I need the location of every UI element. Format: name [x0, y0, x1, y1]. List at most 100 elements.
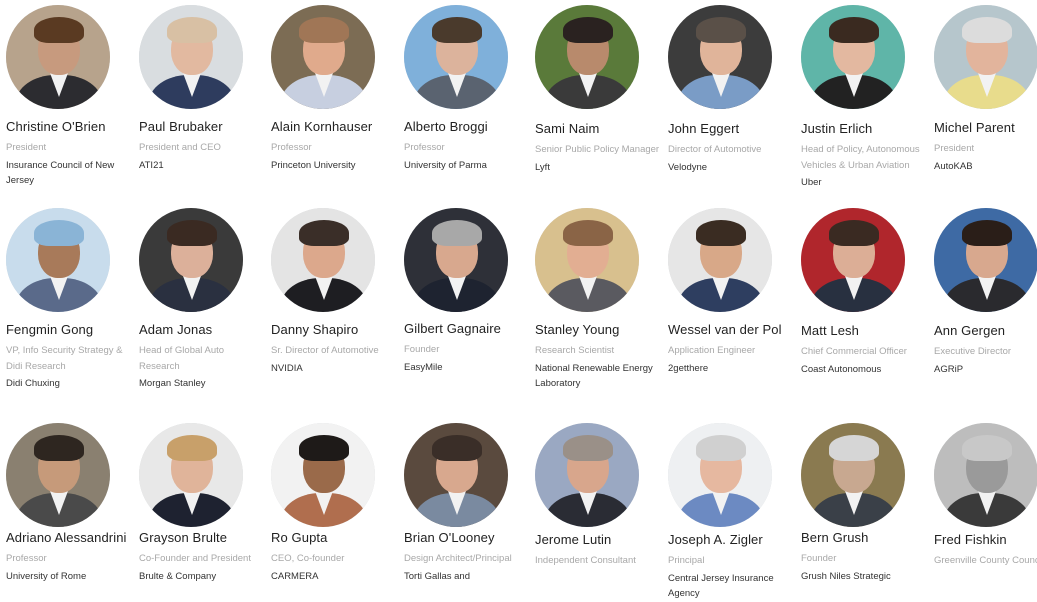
- speaker-organization: NVIDIA: [271, 362, 303, 374]
- speaker-title: Executive Director: [934, 346, 1012, 357]
- speaker-card[interactable]: Bern Grush Founder Grush Niles Strategic: [801, 423, 929, 584]
- speaker-card[interactable]: Jerome Lutin Independent Consultant: [535, 423, 663, 571]
- speaker-title: Independent Consultant: [535, 555, 636, 566]
- speaker-card[interactable]: Brian O'Looney Design Architect/Principal…: [404, 423, 532, 584]
- speaker-organization: Brulte & Company: [139, 570, 217, 582]
- speaker-title: Professor: [404, 142, 445, 153]
- speaker-card[interactable]: Michel Parent President AutoKAB: [934, 5, 1037, 174]
- speaker-organization: Lyft: [535, 161, 550, 173]
- speaker-photo[interactable]: [139, 5, 243, 109]
- speaker-card[interactable]: Ro Gupta CEO, Co-founder CARMERA: [271, 423, 399, 584]
- speaker-photo[interactable]: [271, 423, 375, 527]
- speaker-photo[interactable]: [535, 208, 639, 312]
- speaker-card[interactable]: Grayson Brulte Co-Founder and President Br…: [139, 423, 267, 584]
- speaker-title: Principal: [668, 555, 705, 566]
- speaker-organization: Torti Gallas and: [404, 570, 471, 582]
- speaker-title: President: [934, 143, 975, 154]
- speaker-organization: Velodyne: [668, 161, 708, 173]
- speaker-card[interactable]: Christine O'Brien President Insurance Coun…: [6, 5, 134, 189]
- speaker-name: Bern Grush: [801, 530, 869, 545]
- speaker-name: Justin Erlich: [801, 121, 873, 136]
- speaker-photo[interactable]: [404, 208, 508, 312]
- speaker-name: Stanley Young: [535, 322, 620, 337]
- speaker-photo[interactable]: [535, 5, 639, 109]
- speaker-card[interactable]: Adriano Alessandrini Professor University …: [6, 423, 134, 584]
- speaker-photo[interactable]: [934, 5, 1037, 109]
- speaker-photo[interactable]: [801, 208, 905, 312]
- speaker-organization: Uber: [801, 177, 822, 188]
- speaker-photo[interactable]: [6, 423, 110, 527]
- speaker-name: Alberto Broggi: [404, 119, 488, 134]
- speaker-name: Sami Naim: [535, 121, 600, 136]
- speaker-title: Director of Automotive: [668, 144, 762, 155]
- speaker-card[interactable]: Adam Jonas Head of Global Auto Research Mo…: [139, 208, 267, 392]
- speaker-photo[interactable]: [934, 423, 1037, 527]
- speaker-card[interactable]: Stanley Young Research Scientist National …: [535, 208, 663, 392]
- speaker-name: Matt Lesh: [801, 323, 859, 338]
- speaker-organization: Didi Chuxing: [6, 378, 60, 389]
- speaker-name: Danny Shapiro: [271, 322, 359, 337]
- speaker-name: Fred Fishkin: [934, 532, 1007, 547]
- speaker-photo[interactable]: [801, 423, 905, 527]
- speaker-photo[interactable]: [535, 423, 639, 527]
- speaker-name: Jerome Lutin: [535, 532, 612, 547]
- speaker-photo[interactable]: [6, 5, 110, 109]
- speaker-card[interactable]: Matt Lesh Chief Commercial Officer Coast A…: [801, 208, 929, 377]
- speaker-card[interactable]: Joseph A. Zigler Principal Central Jersey …: [668, 423, 796, 602]
- speaker-organization: Coast Autonomous: [801, 363, 882, 375]
- speaker-organization: Morgan Stanley: [139, 378, 206, 389]
- speaker-photo[interactable]: [668, 208, 772, 312]
- speaker-card[interactable]: John Eggert Director of Automotive Velodyn…: [668, 5, 796, 175]
- speaker-name: Wessel van der Pol: [668, 322, 782, 337]
- speaker-photo[interactable]: [801, 5, 905, 109]
- speaker-title: Senior Public Policy Manager: [535, 144, 660, 155]
- speaker-card[interactable]: Fengmin Gong VP, Info Security Strategy &…: [6, 208, 134, 392]
- speaker-title: Head of Global Auto Research: [139, 345, 225, 372]
- speaker-name: Alain Kornhauser: [271, 119, 373, 134]
- speaker-organization: ATI21: [139, 159, 164, 171]
- speaker-name: Fengmin Gong: [6, 322, 94, 337]
- speaker-name: Grayson Brulte: [139, 530, 228, 545]
- speaker-card[interactable]: Wessel van der Pol Application Engineer 2g…: [668, 208, 796, 376]
- speaker-photo[interactable]: [139, 423, 243, 527]
- speaker-organization: Central Jersey Insurance Agency: [668, 572, 774, 600]
- speaker-photo[interactable]: [404, 5, 508, 109]
- speaker-card[interactable]: Alberto Broggi Professor University of Par…: [404, 5, 532, 173]
- speaker-organization: EasyMile: [404, 361, 443, 373]
- speaker-name: Christine O'Brien: [6, 119, 106, 134]
- speaker-title: VP, Info Security Strategy & Didi Resear…: [6, 345, 123, 372]
- speaker-card[interactable]: Alain Kornhauser Professor Princeton Unive…: [271, 5, 399, 173]
- speaker-name: John Eggert: [668, 121, 740, 136]
- speaker-photo[interactable]: [934, 208, 1037, 312]
- speaker-photo[interactable]: [668, 5, 772, 109]
- speaker-title: Design Architect/Principal: [404, 553, 512, 564]
- speaker-photo[interactable]: [404, 423, 508, 527]
- speaker-name: Gilbert Gagnaire: [404, 321, 501, 336]
- speaker-name: Joseph A. Zigler: [668, 532, 763, 547]
- speaker-photo[interactable]: [668, 423, 772, 527]
- speaker-organization: Princeton University: [271, 159, 356, 171]
- speaker-photo[interactable]: [271, 208, 375, 312]
- speaker-card[interactable]: Paul Brubaker President and CEO ATI21: [139, 5, 267, 173]
- speaker-name: Paul Brubaker: [139, 119, 223, 134]
- speaker-photo[interactable]: [6, 208, 110, 312]
- speaker-card[interactable]: Gilbert Gagnaire Founder EasyMile: [404, 208, 532, 375]
- speaker-card[interactable]: Justin Erlich Head of Policy, Autonomous …: [801, 5, 929, 191]
- speaker-organization: National Renewable Energy Laboratory: [535, 362, 653, 390]
- speaker-title: Sr. Director of Automotive: [271, 345, 379, 356]
- speaker-card[interactable]: Sami Naim Senior Public Policy Manager Lyf…: [535, 5, 663, 175]
- speaker-title: Professor: [271, 142, 312, 153]
- speaker-card[interactable]: Ann Gergen Executive Director AGRiP: [934, 208, 1037, 377]
- speaker-title: Greenville County Council: [934, 555, 1037, 566]
- speaker-photo[interactable]: [139, 208, 243, 312]
- speaker-name: Ro Gupta: [271, 530, 328, 545]
- speaker-name: Ann Gergen: [934, 323, 1006, 338]
- speaker-photo[interactable]: [271, 5, 375, 109]
- speaker-card[interactable]: Danny Shapiro Sr. Director of Automotive N…: [271, 208, 399, 376]
- speaker-organization: Grush Niles Strategic: [801, 570, 891, 582]
- speaker-organization: CARMERA: [271, 570, 319, 582]
- speaker-organization: University of Parma: [404, 159, 487, 171]
- speaker-card[interactable]: Fred Fishkin Greenville County Council: [934, 423, 1037, 571]
- speaker-title: Application Engineer: [668, 345, 756, 356]
- speaker-organization: AutoKAB: [934, 160, 973, 172]
